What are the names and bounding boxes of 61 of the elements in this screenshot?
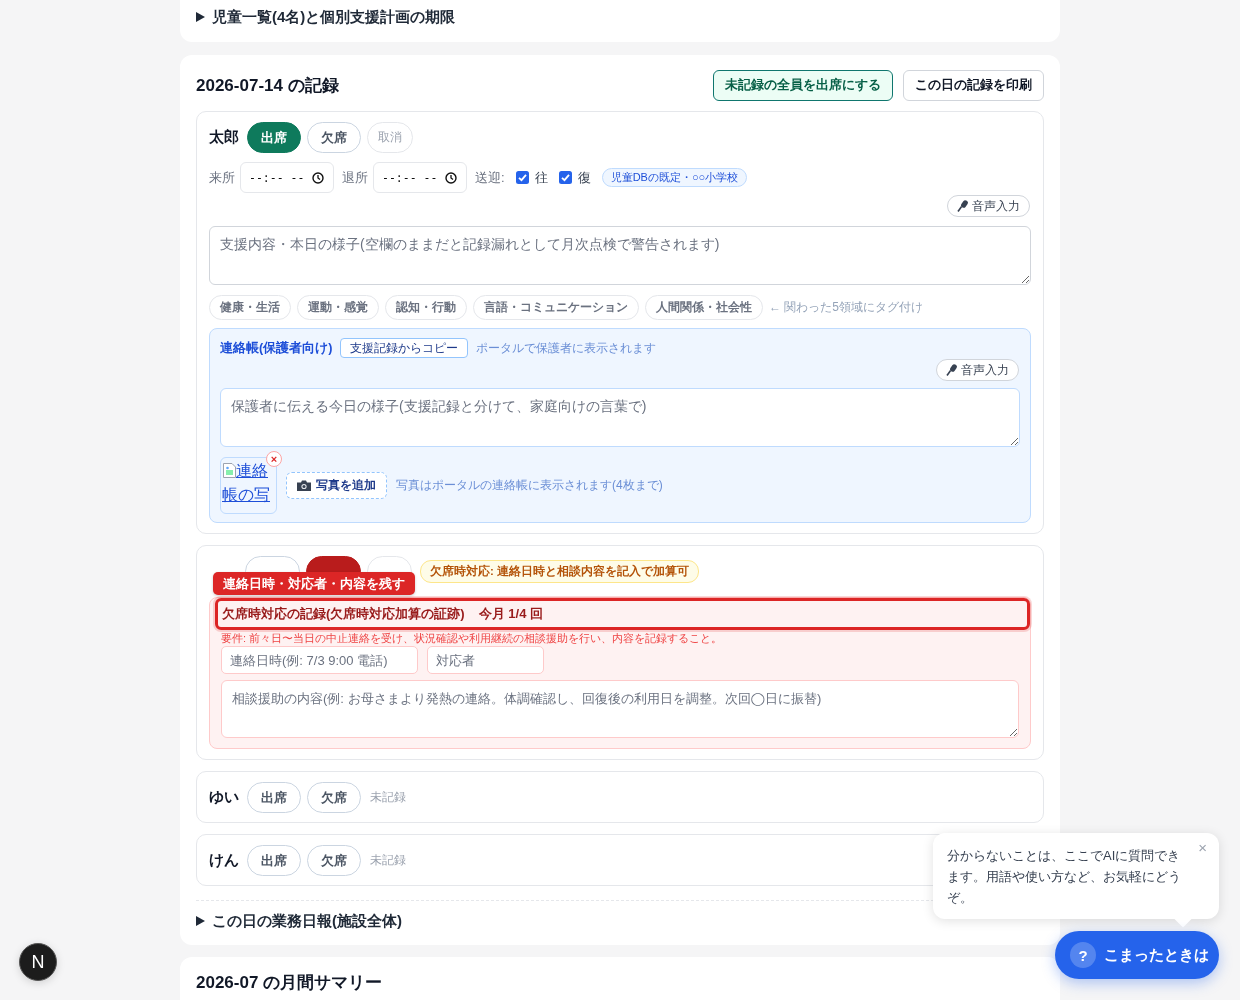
help-button[interactable]: ? こまったときは — [1055, 931, 1219, 979]
checkbox[interactable] — [515, 171, 529, 184]
voice-input-button[interactable]: 音声入力 — [936, 359, 1019, 381]
checkbox-label: 往 — [534, 168, 548, 187]
microphone-icon — [946, 364, 957, 376]
broken-image-icon — [223, 463, 236, 478]
present-button[interactable]: 出席 — [247, 122, 301, 153]
remove-photo-button[interactable]: × — [266, 451, 282, 467]
action-button[interactable]: 未記録の全員を出席にする — [713, 70, 893, 101]
section-title: 2026-07-14 の記録 — [196, 74, 339, 97]
present-button[interactable]: 出席 — [247, 782, 301, 813]
child-name: ゆい — [209, 788, 239, 807]
hint-text: ポータルで保護者に表示されます — [476, 339, 657, 357]
checkbox-label: 復 — [577, 168, 591, 187]
absent-button[interactable]: 欠席 — [307, 122, 361, 153]
domain-tag[interactable]: 運動・感覚 — [297, 295, 379, 320]
guide-tooltip: 連絡日時・対応者・内容を残す — [213, 572, 415, 595]
hint-text: 写真はポータルの連絡帳に表示されます(4枚まで) — [396, 477, 663, 494]
transport-label: 送迎: — [475, 168, 505, 187]
panel-title: 欠席時対応の記録(欠席時対応加算の証跡) — [222, 605, 465, 623]
domain-tag[interactable]: 人間関係・社会性 — [645, 295, 763, 320]
contact-note-field[interactable]: 保護者に伝える今日の様子(支援記録と分けて、家庭向けの言葉で) — [220, 388, 1020, 447]
status-text: 未記録 — [370, 852, 406, 869]
add-photo-button[interactable]: 写真を追加 — [286, 472, 387, 499]
domain-tag[interactable]: 認知・行動 — [385, 295, 467, 320]
question-icon: ? — [1070, 942, 1096, 968]
default-badge: 児童DBの既定・○○小学校 — [601, 168, 748, 187]
panel-title: 連絡帳(保護者向け) — [220, 339, 333, 357]
time-label: 退所 — [342, 168, 368, 187]
copy-button[interactable]: 支援記録からコピー — [340, 338, 469, 358]
info-badge: 欠席時対応: 連絡日時と相談内容を記入で加算可 — [420, 560, 700, 583]
action-button[interactable]: この日の記録を印刷 — [903, 70, 1044, 101]
section-toggle[interactable]: 児童一覧(4名)と個別支援計画の期限 — [196, 6, 456, 28]
child-name: 太郎 — [209, 128, 239, 147]
support-note-field[interactable]: 支援内容・本日の様子(空欄のままだと記録漏れとして月次点検で警告されます) — [209, 226, 1031, 285]
clock-icon — [312, 171, 324, 184]
requirement-text: 要件: 前々日〜当日の中止連絡を受け、状況確認や利用継続の相談援助を行い、内容を記録すること。 — [221, 632, 724, 644]
section-title: 2026-07 の月間サマリー — [196, 972, 384, 994]
time-field[interactable]: --:-- -- — [240, 162, 334, 193]
camera-icon — [297, 480, 311, 491]
voice-input-button[interactable]: 音声入力 — [947, 195, 1030, 217]
clock-icon — [445, 171, 457, 184]
time-field[interactable]: --:-- -- — [373, 162, 467, 193]
count-text: 今月 1/4 回 — [478, 605, 543, 623]
tooltip-text: 分からないことは、ここでAIに質問できます。用語や使い方など、お気軽にどうぞ。 — [947, 847, 1181, 907]
child-name: けん — [209, 851, 239, 870]
microphone-icon — [957, 200, 968, 212]
dev-indicator-button[interactable]: N — [19, 943, 57, 981]
checkbox[interactable] — [558, 171, 572, 184]
absent-button[interactable]: 欠席 — [307, 845, 361, 876]
hint-text: ← 関わった5領域にタグ付け — [769, 299, 923, 316]
present-button[interactable]: 出席 — [247, 845, 301, 876]
domain-tag[interactable]: 言語・コミュニケーション — [473, 295, 639, 320]
responder-field[interactable]: 対応者 — [427, 646, 544, 674]
time-label: 来所 — [209, 168, 235, 187]
section-toggle[interactable]: この日の業務日報(施設全体) — [196, 910, 402, 932]
contact-time-field[interactable]: 連絡日時(例: 7/3 9:00 電話) — [221, 646, 418, 674]
consultation-field[interactable]: 相談援助の内容(例: お母さまより発熱の連絡。体調確認し、回復後の利用日を調整。次回◯日に振替) — [221, 680, 1019, 738]
domain-tag[interactable]: 健康・生活 — [209, 295, 291, 320]
absent-button[interactable]: 欠席 — [307, 782, 361, 813]
status-text: 未記録 — [370, 789, 406, 806]
